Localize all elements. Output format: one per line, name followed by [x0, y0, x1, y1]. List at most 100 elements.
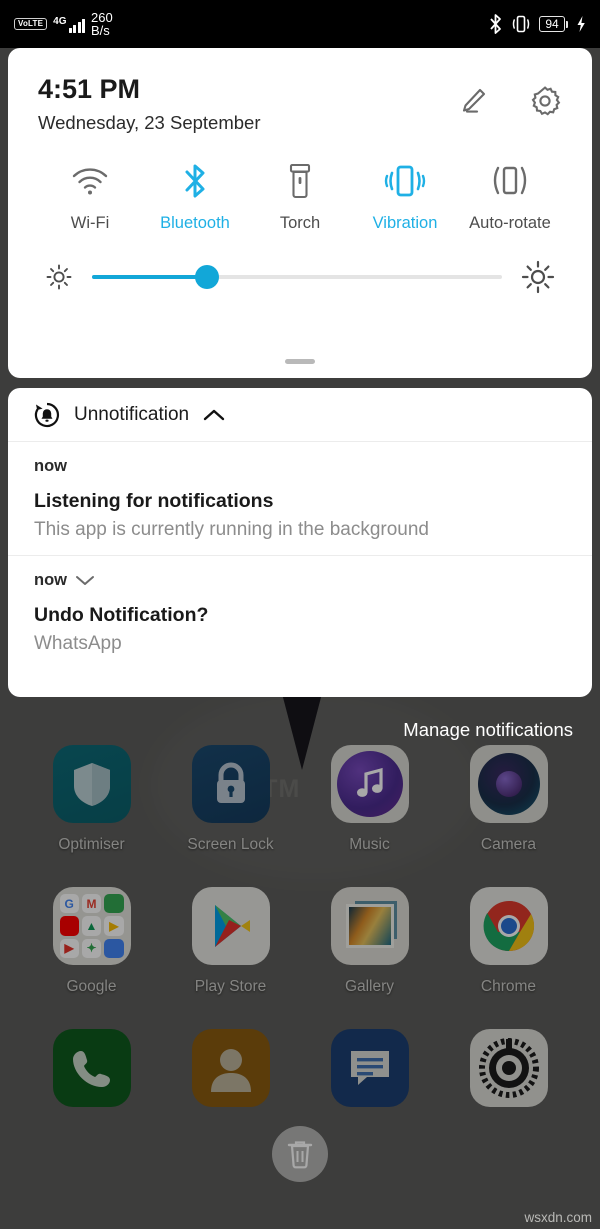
gear-icon[interactable] [528, 84, 562, 118]
app-grid: Optimiser Screen Lock Music Camera G M ▲… [0, 745, 600, 1153]
status-bar: VoLTE 4G 260 B/s 94 [0, 0, 600, 48]
app-messages[interactable] [315, 1029, 425, 1120]
chevron-up-icon[interactable] [203, 408, 225, 422]
manage-notifications-link[interactable]: Manage notifications [403, 719, 573, 741]
network-type-label: 4G [53, 15, 67, 27]
panel-drag-handle[interactable] [285, 359, 315, 364]
trash-icon[interactable] [272, 1126, 328, 1182]
app-label: Camera [480, 836, 537, 853]
app-music[interactable]: Music [315, 745, 425, 854]
app-row: G M ▲ ▶ ▶ ✦ Google Play Store Gallery Ch… [0, 887, 600, 996]
notification-item[interactable]: now Listening for notifications This app… [8, 442, 592, 556]
camera-lens-icon [469, 745, 548, 823]
app-label: Music [349, 836, 390, 853]
volte-icon: VoLTE [14, 18, 48, 30]
vibration-icon [383, 160, 427, 202]
bluetooth-icon [182, 160, 208, 202]
phone-icon [52, 1029, 131, 1107]
toggle-label: Wi-Fi [70, 214, 110, 233]
chevron-down-icon[interactable] [75, 574, 95, 587]
quick-toggles: Wi-Fi Bluetooth Torch Vibration Auto-rot… [8, 134, 592, 233]
app-row: Optimiser Screen Lock Music Camera [0, 745, 600, 854]
toggle-auto-rotate[interactable]: Auto-rotate [462, 160, 558, 233]
toggle-torch[interactable]: Torch [252, 160, 348, 233]
gallery-icon [330, 887, 409, 965]
charging-bolt-icon [576, 15, 586, 33]
app-settings[interactable] [454, 1029, 564, 1120]
contacts-icon [191, 1029, 270, 1107]
app-phone[interactable] [37, 1029, 147, 1120]
lock-icon [191, 745, 270, 823]
app-chrome[interactable]: Chrome [454, 887, 564, 996]
app-label: Screen Lock [187, 836, 274, 853]
notification-body: WhatsApp [34, 633, 122, 654]
toggle-bluetooth[interactable]: Bluetooth [147, 160, 243, 233]
app-label: Gallery [344, 978, 395, 995]
notification-panel: Unnotification now Listening for notific… [8, 388, 592, 697]
notification-group-header[interactable]: Unnotification [8, 388, 592, 442]
toggle-label: Vibration [372, 214, 438, 233]
shield-icon [52, 745, 131, 823]
play-store-icon [191, 887, 270, 965]
toggle-vibration[interactable]: Vibration [357, 160, 453, 233]
notification-title: Listening for notifications [34, 490, 274, 512]
app-play-store[interactable]: Play Store [176, 887, 286, 996]
brightness-slider-row [8, 233, 592, 295]
app-screen-lock[interactable]: Screen Lock [176, 745, 286, 854]
clock-block: 4:51 PM Wednesday, 23 September [38, 74, 260, 134]
app-label: Google [66, 978, 117, 995]
wifi-icon [71, 160, 109, 202]
google-folder-icon: G M ▲ ▶ ▶ ✦ [52, 887, 131, 965]
quick-settings-actions [456, 74, 562, 118]
torch-icon [287, 160, 313, 202]
app-label: Play Store [194, 978, 267, 995]
app-contacts[interactable] [176, 1029, 286, 1120]
watermark: wsxdn.com [524, 1210, 592, 1225]
app-google-folder[interactable]: G M ▲ ▶ ▶ ✦ Google [37, 887, 147, 996]
app-gallery[interactable]: Gallery [315, 887, 425, 996]
signal-bars-icon [68, 17, 85, 33]
phone-screen: BATM Optimiser Screen Lock [0, 0, 600, 1229]
notification-timestamp-row: now [34, 571, 566, 590]
toggle-wifi[interactable]: Wi-Fi [42, 160, 138, 233]
settings-gear-icon [469, 1029, 548, 1107]
battery-indicator: 94 [539, 16, 568, 32]
current-time: 4:51 PM [38, 74, 141, 104]
bluetooth-icon [488, 13, 503, 35]
toggle-label: Torch [279, 214, 321, 233]
quick-settings-panel: 4:51 PM Wednesday, 23 September Wi-Fi Bl… [8, 48, 592, 378]
chrome-icon [469, 887, 548, 965]
music-note-icon [330, 745, 409, 823]
brightness-slider[interactable] [92, 265, 502, 290]
notification-timestamp-row: now [34, 457, 566, 476]
brightness-slider-fill [92, 275, 207, 280]
toggle-label: Bluetooth [160, 214, 230, 233]
current-date: Wednesday, 23 September [38, 112, 261, 134]
messages-icon [330, 1029, 409, 1107]
dock-row [0, 1029, 600, 1120]
app-optimiser[interactable]: Optimiser [37, 745, 147, 854]
undo-bell-icon [34, 402, 60, 428]
brightness-low-icon [44, 262, 74, 292]
brightness-slider-thumb[interactable] [194, 265, 219, 290]
data-speed-unit: B/s [91, 23, 110, 38]
auto-rotate-icon [489, 160, 531, 202]
data-speed: 260 B/s [91, 11, 113, 37]
notification-timestamp: now [34, 457, 67, 475]
quick-settings-header: 4:51 PM Wednesday, 23 September [8, 48, 592, 134]
status-bar-left: VoLTE 4G 260 B/s [14, 11, 113, 37]
pencil-icon[interactable] [456, 84, 490, 118]
notification-title: Undo Notification? [34, 604, 209, 626]
battery-cap [566, 20, 568, 28]
app-label: Chrome [480, 978, 537, 995]
signal-indicator: 4G [53, 16, 85, 33]
app-camera[interactable]: Camera [454, 745, 564, 854]
notification-timestamp: now [34, 571, 67, 589]
brightness-high-icon [520, 259, 556, 295]
toggle-label: Auto-rotate [469, 214, 551, 233]
vibrate-icon [511, 14, 531, 34]
battery-level-label: 94 [539, 16, 565, 32]
notification-app-name: Unnotification [74, 404, 190, 425]
status-bar-right: 94 [488, 13, 586, 35]
notification-item[interactable]: now Undo Notification? WhatsApp [8, 556, 592, 669]
